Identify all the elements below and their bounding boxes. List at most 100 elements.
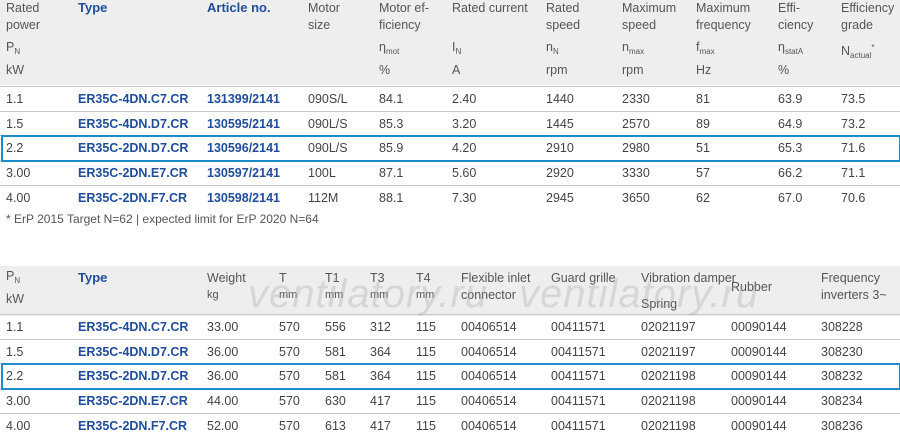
header-weight: Weight kg bbox=[207, 271, 246, 301]
header-type-2: Type bbox=[78, 270, 108, 285]
cell-efficiency-grade: 70.6 bbox=[841, 190, 866, 205]
header-efficiency: Effi-ciency ηstatA % bbox=[778, 1, 814, 77]
cell-max-speed: 3650 bbox=[622, 190, 650, 205]
cell-max-frequency: 81 bbox=[696, 92, 710, 106]
cell-motor-size: 112M bbox=[308, 190, 339, 205]
article-no-link[interactable]: 130598/2141 bbox=[207, 190, 280, 206]
header-t3: T3 mm bbox=[370, 271, 389, 301]
article-no-link[interactable]: 131399/2141 bbox=[207, 91, 280, 107]
cell-weight: 36.00 bbox=[207, 344, 239, 359]
cell-spring: 02021198 bbox=[641, 394, 696, 409]
cell-max-speed: 3330 bbox=[622, 166, 650, 181]
header-motor-efficiency: Motor ef-ficiency ηmot % bbox=[379, 1, 430, 77]
cell-spring: 02021197 bbox=[641, 344, 696, 359]
article-no-link[interactable]: 130597/2141 bbox=[207, 165, 280, 181]
cell-rated-current: 7.30 bbox=[452, 190, 477, 205]
header-flexible-inlet-connector: Flexible inlet connector bbox=[461, 271, 531, 302]
footnote: * ErP 2015 Target N=62 | expected limit … bbox=[6, 212, 319, 226]
cell-t3: 417 bbox=[370, 418, 391, 433]
cell-guard-grille: 00411571 bbox=[551, 394, 606, 409]
cell-efficiency: 66.2 bbox=[778, 166, 803, 181]
cell-power: 3.00 bbox=[6, 166, 31, 181]
type-link[interactable]: ER35C-2DN.E7.CR bbox=[78, 393, 188, 409]
cell-t3: 364 bbox=[370, 344, 391, 359]
cell-rated-current: 5.60 bbox=[452, 166, 477, 181]
cell-weight: 33.00 bbox=[207, 320, 239, 334]
cell-power: 4.00 bbox=[6, 190, 31, 205]
table-row: 1.5 ER35C-4DN.D7.CR 36.00 570 581 364 115 00406… bbox=[0, 338, 900, 364]
cell-rated-current: 2.40 bbox=[452, 92, 477, 106]
cell-t4: 115 bbox=[416, 320, 436, 334]
cell-max-speed: 2570 bbox=[622, 116, 650, 131]
cell-t1: 581 bbox=[325, 344, 346, 359]
cell-max-frequency: 57 bbox=[696, 166, 710, 181]
cell-efficiency: 67.0 bbox=[778, 190, 803, 205]
cell-t3: 312 bbox=[370, 320, 391, 334]
table-row: 1.1 ER35C-4DN.C7.CR 33.00 570 556 312 115 00406… bbox=[0, 314, 900, 339]
cell-efficiency-grade: 71.1 bbox=[841, 166, 866, 181]
accessory-table-2-header: PN kW Type Weight kg Tmm T1 mm T3 mm T4 mm F… bbox=[0, 266, 900, 316]
cell-weight: 44.00 bbox=[207, 394, 239, 409]
cell-guard-grille: 00411571 bbox=[551, 344, 606, 359]
cell-max-frequency: 62 bbox=[696, 190, 710, 205]
type-link[interactable]: ER35C-4DN.C7.CR bbox=[78, 319, 188, 335]
cell-spring: 02021198 bbox=[641, 418, 696, 433]
cell-t3: 417 bbox=[370, 394, 391, 409]
cell-t: 570 bbox=[279, 394, 300, 409]
table-row: 4.00 ER35C-2DN.F7.CR 130598/2141 112M 88.1 7.… bbox=[0, 184, 900, 210]
cell-power: 1.1 bbox=[6, 320, 24, 334]
header-maximum-speed: Maximum speed nmax rpm bbox=[622, 1, 677, 77]
cell-inlet-connector: 00406514 bbox=[461, 344, 517, 359]
cell-inlet-connector: 00406514 bbox=[461, 394, 517, 409]
spec-table-1: Rated power PN kW Type Article no. Motor s… bbox=[0, 0, 900, 205]
cell-t1: 630 bbox=[325, 394, 346, 409]
header-t4: T4 mm bbox=[416, 271, 435, 301]
cell-max-frequency: 89 bbox=[696, 116, 710, 131]
cell-rubber: 00090144 bbox=[731, 344, 787, 359]
cell-rubber: 00090144 bbox=[731, 394, 787, 409]
type-link[interactable]: ER35C-4DN.D7.CR bbox=[78, 344, 188, 360]
cell-rated-speed: 1445 bbox=[546, 116, 574, 131]
cell-power: 1.5 bbox=[6, 344, 24, 359]
header-maximum-frequency: Maximum frequency fmax Hz bbox=[696, 1, 751, 77]
cell-motor-efficiency: 85.3 bbox=[379, 116, 404, 131]
cell-motor-size: 090S/L bbox=[308, 92, 348, 106]
type-link[interactable]: ER35C-2DN.F7.CR bbox=[78, 190, 187, 206]
cell-efficiency-grade: 73.5 bbox=[841, 92, 866, 106]
highlight-frame-table-1 bbox=[1, 135, 900, 162]
header-guard-grille: Guard grille bbox=[551, 271, 616, 285]
cell-inverter: 308236 bbox=[821, 418, 863, 433]
article-no-link[interactable]: 130595/2141 bbox=[207, 116, 280, 132]
type-link[interactable]: ER35C-4DN.C7.CR bbox=[78, 91, 188, 107]
header-rated-speed: Rated speed nN rpm bbox=[546, 1, 581, 77]
cell-max-speed: 2330 bbox=[622, 92, 650, 106]
table-row: 1.1 ER35C-4DN.C7.CR 131399/2141 090S/L 84.1 2… bbox=[0, 86, 900, 111]
type-link[interactable]: ER35C-4DN.D7.CR bbox=[78, 116, 188, 132]
header-rubber: Rubber bbox=[731, 280, 772, 294]
cell-motor-efficiency: 87.1 bbox=[379, 166, 404, 181]
cell-t1: 556 bbox=[325, 320, 346, 334]
highlight-frame-table-2 bbox=[1, 363, 900, 390]
cell-inverter: 308234 bbox=[821, 394, 863, 409]
cell-power: 1.1 bbox=[6, 92, 24, 106]
header-rated-current: Rated current IN A bbox=[452, 1, 528, 77]
cell-power: 1.5 bbox=[6, 116, 24, 131]
type-link[interactable]: ER35C-2DN.F7.CR bbox=[78, 418, 187, 434]
cell-inverter: 308228 bbox=[821, 320, 863, 334]
cell-motor-efficiency: 88.1 bbox=[379, 190, 404, 205]
type-link[interactable]: ER35C-2DN.E7.CR bbox=[78, 165, 188, 181]
cell-rubber: 00090144 bbox=[731, 320, 787, 334]
cell-power: 3.00 bbox=[6, 394, 31, 409]
cell-guard-grille: 00411571 bbox=[551, 320, 606, 334]
cell-inlet-connector: 00406514 bbox=[461, 418, 517, 433]
cell-t: 570 bbox=[279, 344, 300, 359]
cell-t: 570 bbox=[279, 320, 300, 334]
cell-t: 570 bbox=[279, 418, 300, 433]
header-rated-power: Rated power PN kW bbox=[6, 1, 41, 77]
cell-motor-efficiency: 84.1 bbox=[379, 92, 404, 106]
header-pn: PN kW bbox=[6, 269, 25, 306]
header-t: Tmm bbox=[279, 271, 298, 301]
header-article-no: Article no. bbox=[207, 0, 271, 15]
table-row: 1.5 ER35C-4DN.D7.CR 130595/2141 090L/S 85.3 3… bbox=[0, 110, 900, 136]
cell-motor-size: 100L bbox=[308, 166, 336, 181]
